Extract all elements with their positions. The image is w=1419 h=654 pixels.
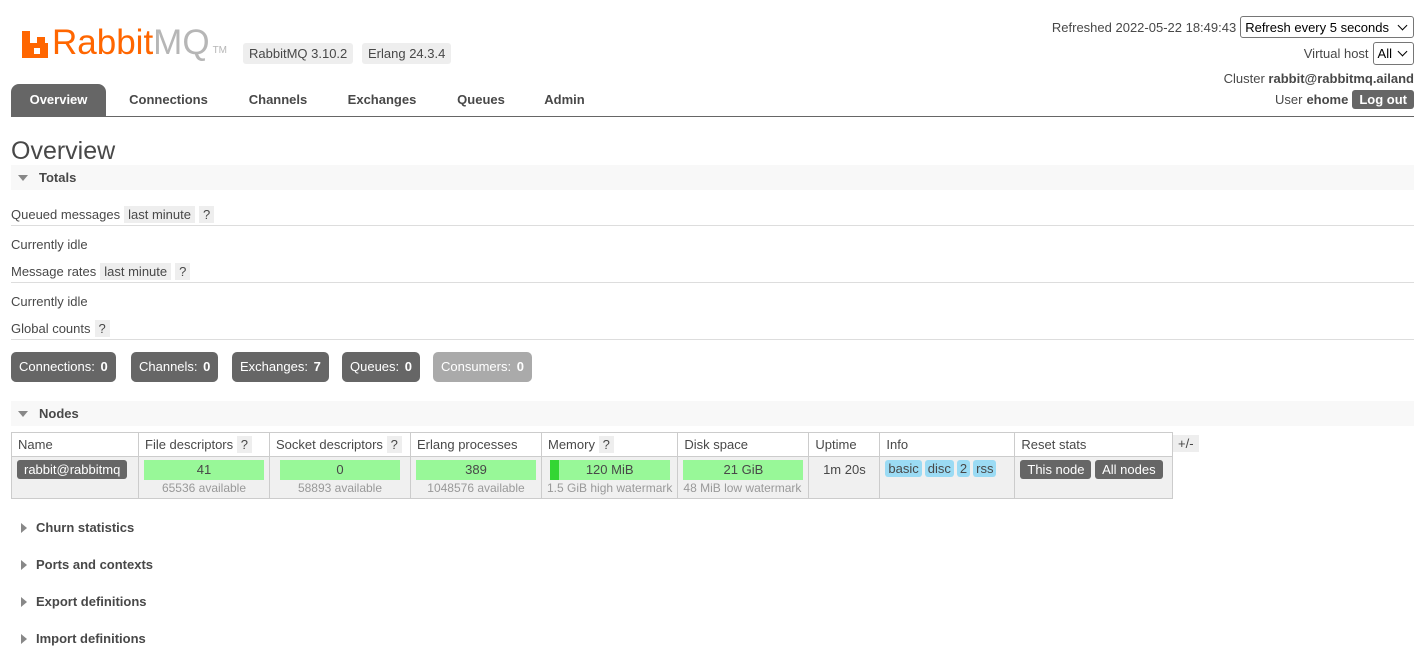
churn-statistics-section[interactable]: Churn statistics xyxy=(21,520,134,535)
totals-section-header[interactable]: Totals xyxy=(11,165,1414,190)
logo-trademark: TM xyxy=(212,45,228,56)
col-name: Name xyxy=(11,432,139,457)
totals-title: Totals xyxy=(39,170,77,185)
tab-connections[interactable]: Connections xyxy=(115,84,222,116)
info-tag-disc[interactable]: disc xyxy=(924,460,954,477)
vhost-row: Virtual host All xyxy=(1304,42,1414,65)
logo-text: RabbitMQ xyxy=(52,23,210,62)
message-rates-label: Message rates xyxy=(11,264,97,279)
main-nav-tabs: Overview Connections Channels Exchanges … xyxy=(11,84,1414,117)
rabbitmq-version-badge: RabbitMQ 3.10.2 xyxy=(243,43,354,64)
message-rates-row: Message rates last minute ? xyxy=(11,263,191,280)
reset-all-nodes-button[interactable]: All nodes xyxy=(1095,460,1163,479)
divider xyxy=(11,225,1414,226)
refresh-interval-select[interactable]: Refresh every 5 seconds xyxy=(1240,16,1414,38)
tab-overview[interactable]: Overview xyxy=(11,84,106,116)
message-rates-range[interactable]: last minute xyxy=(100,263,172,280)
tab-admin[interactable]: Admin xyxy=(531,84,598,116)
expand-triangle-icon xyxy=(21,633,27,644)
socket-descriptors-available: 58893 available xyxy=(297,481,383,495)
queued-messages-row: Queued messages last minute ? xyxy=(11,206,215,223)
rates-status: Currently idle xyxy=(11,294,88,309)
help-icon[interactable]: ? xyxy=(199,206,215,223)
collapse-triangle-icon xyxy=(18,174,28,181)
col-reset-stats: Reset stats xyxy=(1014,432,1174,457)
virtual-host-label: Virtual host xyxy=(1303,46,1369,61)
rabbitmq-logo-icon xyxy=(22,31,48,58)
erlang-processes-available: 1048576 available xyxy=(427,481,525,495)
tab-channels[interactable]: Channels xyxy=(235,84,321,116)
col-socket-descriptors: Socket descriptors ? xyxy=(269,432,411,457)
erlang-processes-bar: 389 xyxy=(416,460,536,480)
col-erlang-processes: Erlang processes xyxy=(410,432,542,457)
nodes-section-header[interactable]: Nodes xyxy=(11,401,1414,426)
socket-descriptors-bar: 0 xyxy=(280,460,400,480)
export-definitions-section[interactable]: Export definitions xyxy=(21,594,147,609)
global-counts-label: Global counts xyxy=(11,321,91,336)
uptime-value: 1m 20s xyxy=(808,456,881,499)
expand-triangle-icon xyxy=(21,522,27,533)
queues-count[interactable]: Queues: 0 xyxy=(342,352,421,382)
node-name-link[interactable]: rabbit@rabbitmq xyxy=(17,460,128,479)
collapse-triangle-icon xyxy=(18,410,28,417)
info-tag-rss[interactable]: rss xyxy=(973,460,997,477)
divider xyxy=(11,282,1414,283)
chevron-down-icon xyxy=(1397,20,1408,30)
consumers-count: Consumers: 0 xyxy=(433,352,532,382)
global-counts-row: Global counts ? xyxy=(11,320,110,337)
memory-high-watermark: 1.5 GiB high watermark xyxy=(547,481,673,495)
table-row: rabbit@rabbitmq 41 65536 available 0 588… xyxy=(11,456,1174,499)
tab-queues[interactable]: Queues xyxy=(443,84,519,116)
disk-low-watermark: 48 MiB low watermark xyxy=(683,481,802,495)
col-file-descriptors: File descriptors ? xyxy=(138,432,270,457)
chevron-down-icon xyxy=(1397,46,1408,57)
expand-triangle-icon xyxy=(21,596,27,607)
col-uptime: Uptime xyxy=(808,432,881,457)
col-info: Info xyxy=(879,432,1016,457)
queued-messages-range[interactable]: last minute xyxy=(124,206,195,223)
channels-count[interactable]: Channels: 0 xyxy=(131,352,219,382)
divider xyxy=(11,339,1414,340)
help-icon[interactable]: ? xyxy=(94,320,110,337)
help-icon[interactable]: ? xyxy=(175,263,191,280)
file-descriptors-bar: 41 xyxy=(144,460,264,480)
disk-space-bar: 21 GiB xyxy=(683,460,804,480)
help-icon[interactable]: ? xyxy=(236,436,252,453)
import-definitions-section[interactable]: Import definitions xyxy=(21,631,146,646)
ports-contexts-section[interactable]: Ports and contexts xyxy=(21,557,153,572)
refresh-row: Refreshed 2022-05-22 18:49:43 Refresh ev… xyxy=(1052,16,1414,38)
erlang-version-badge: Erlang 24.3.4 xyxy=(362,43,452,64)
help-icon[interactable]: ? xyxy=(386,436,402,453)
virtual-host-select[interactable]: All xyxy=(1372,42,1414,65)
queued-status: Currently idle xyxy=(11,237,88,252)
nodes-title: Nodes xyxy=(39,406,79,421)
refreshed-label: Refreshed 2022-05-22 18:49:43 xyxy=(1051,19,1237,35)
info-tag-basic[interactable]: basic xyxy=(885,460,922,477)
memory-bar: 120 MiB xyxy=(549,460,670,480)
rabbitmq-logo: RabbitMQ TM xyxy=(22,23,228,62)
page-title: Overview xyxy=(11,137,116,165)
nodes-table: Name File descriptors ? Socket descripto… xyxy=(11,432,1174,499)
toggle-columns-button[interactable]: +/- xyxy=(1173,435,1199,452)
file-descriptors-available: 65536 available xyxy=(161,481,247,495)
connections-count[interactable]: Connections: 0 xyxy=(11,352,116,382)
exchanges-count[interactable]: Exchanges: 7 xyxy=(232,352,329,382)
tab-exchanges[interactable]: Exchanges xyxy=(333,84,431,116)
expand-triangle-icon xyxy=(21,559,27,570)
info-tag-2[interactable]: 2 xyxy=(956,460,971,477)
help-icon[interactable]: ? xyxy=(598,436,614,453)
col-memory: Memory ? xyxy=(540,432,679,457)
queued-messages-label: Queued messages xyxy=(11,207,121,222)
col-disk-space: Disk space xyxy=(677,432,810,457)
reset-this-node-button[interactable]: This node xyxy=(1020,460,1092,479)
